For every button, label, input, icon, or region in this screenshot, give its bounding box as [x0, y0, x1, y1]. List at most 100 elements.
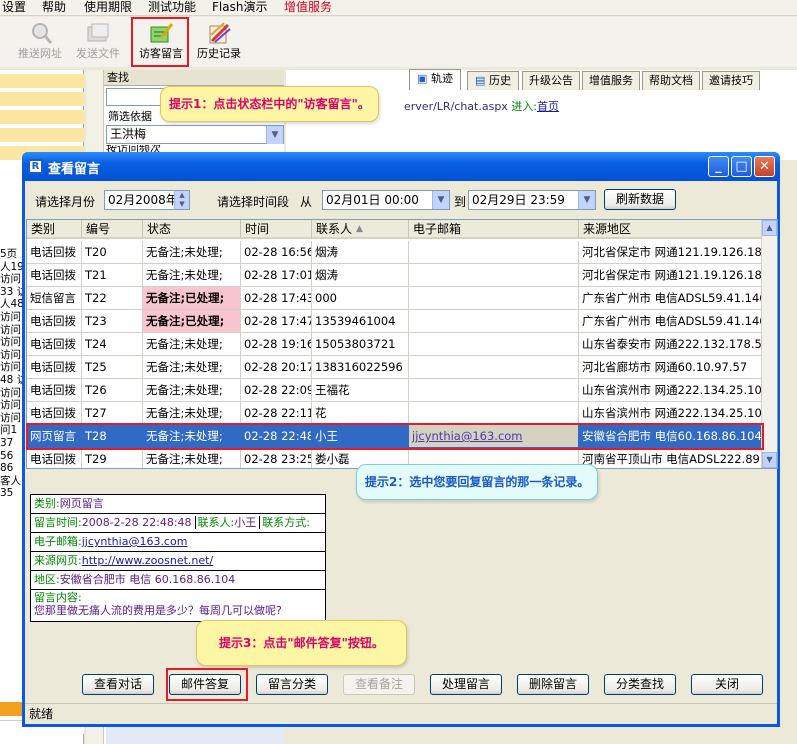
left-fragment: 5页: [0, 248, 18, 260]
cell-status: 无备注;未处理;: [143, 402, 241, 425]
tab-value-added[interactable]: 增值服务: [582, 71, 640, 90]
cell-cat: 电话回拨: [27, 333, 82, 356]
tab-invite-tips[interactable]: 邀请技巧: [702, 71, 760, 90]
message-detail: 类别:网页留言 留言时间:2008-2-28 22:48:48 联系人:小王 联系方…: [30, 494, 326, 622]
table-row[interactable]: 电话回拨 T21 无备注;未处理; 02-28 17:01 烟涛 河北省保定市 网通121…: [27, 264, 763, 287]
menu-help[interactable]: 帮助: [42, 0, 66, 15]
enter-label: 进入:: [511, 100, 538, 113]
cell-contact: 15053803721: [312, 333, 409, 356]
table-row[interactable]: 电话回拨 T26 无备注;未处理; 02-28 22:09 王福花 山东省滨州市 网通22…: [27, 379, 763, 402]
from-label: 从: [300, 195, 313, 209]
menu-test[interactable]: 测试功能: [148, 0, 196, 15]
tab-invite-tips-label: 邀请技巧: [709, 74, 753, 87]
column-header-contact-label: 联系人: [316, 222, 353, 236]
menu-settings[interactable]: 设置: [2, 0, 26, 15]
column-header-category[interactable]: 类别: [27, 220, 82, 239]
column-header-time[interactable]: 时间: [241, 220, 312, 239]
delete-message-button[interactable]: 删除留言: [517, 674, 589, 695]
cell-time: 02-28 23:25: [241, 448, 312, 468]
cell-email: [409, 310, 579, 333]
tab-help-docs[interactable]: 帮助文档: [642, 71, 700, 90]
menu-value-added[interactable]: 增值服务: [284, 0, 332, 15]
email-reply-highlight: [166, 668, 248, 701]
cell-region: 广东省广州市 电信ADSL59.41.146: [579, 287, 763, 310]
tab-upgrade[interactable]: 升级公告: [522, 71, 580, 90]
cell-id: T26: [82, 379, 143, 402]
left-fragment: 35: [0, 487, 14, 500]
to-label: 到: [454, 195, 467, 209]
table-row[interactable]: 电话回拨 T23 无备注;已处理; 02-28 17:47 13539461004 广东省…: [27, 310, 763, 333]
month-label: 请选择月份: [35, 195, 96, 209]
from-date-picker[interactable]: 02月01日 00:00 ▼: [322, 190, 450, 210]
table-row[interactable]: 电话回拨 T25 无备注;未处理; 02-28 20:17 138316022596 河北…: [27, 356, 763, 379]
cell-email: [409, 241, 579, 264]
tab-history[interactable]: ▤ 历史: [467, 71, 519, 90]
left-fragment: 访问: [0, 323, 21, 336]
cell-contact: 000: [312, 287, 409, 310]
column-header-contact[interactable]: 联系人 ▲: [312, 220, 409, 239]
view-note-button[interactable]: 查看备注: [343, 674, 415, 695]
table-row[interactable]: 短信留言 T22 无备注;已处理; 02-28 17:43 000 广东省广州市 电信AD…: [27, 287, 763, 310]
column-header-status[interactable]: 状态: [143, 220, 241, 239]
menu-bar: 设置 帮助 使用期限 测试功能 Flash演示 增值服务: [0, 0, 797, 16]
column-header-email[interactable]: 电子邮箱: [409, 220, 579, 239]
close-window-button[interactable]: ✕: [754, 156, 775, 177]
filter-select[interactable]: 王洪梅 ▼: [106, 125, 284, 144]
month-spinner[interactable]: 02月2008年 ▲ ▼: [104, 190, 190, 210]
cell-email: [409, 287, 579, 310]
table-row[interactable]: 电话回拨 T24 无备注;未处理; 02-28 19:16 15053803721 山东省…: [27, 333, 763, 356]
menu-license[interactable]: 使用期限: [84, 0, 132, 15]
cell-cat: 电话回拨: [27, 379, 82, 402]
menu-flash-demo[interactable]: Flash演示: [212, 0, 267, 15]
left-fragment: 访问: [0, 399, 21, 412]
cell-email: [409, 356, 579, 379]
refresh-button[interactable]: 刷新数据: [604, 189, 676, 210]
maximize-button[interactable]: □: [731, 156, 752, 177]
detail-contact-value: 小王: [234, 516, 257, 529]
send-file-button[interactable]: 发送文件: [72, 19, 124, 65]
detail-region-value: 安徽省合肥市 电信 60.168.86.104: [59, 573, 236, 586]
toolbar: 推送网址 发送文件 访客留言 历史记录: [0, 17, 797, 67]
cell-status: 无备注;未处理;: [143, 379, 241, 402]
tab-track[interactable]: ▣ 轨迹: [409, 69, 461, 90]
scroll-up-icon[interactable]: ▲: [762, 220, 777, 236]
spinner-arrows-icon: ▲ ▼: [174, 191, 189, 209]
view-chat-button[interactable]: 查看对话: [82, 674, 154, 695]
cell-status: 无备注;未处理;: [143, 333, 241, 356]
to-date-picker[interactable]: 02月29日 23:59 ▼: [468, 190, 596, 210]
minimize-button[interactable]: _: [708, 156, 729, 177]
cell-time: 02-28 20:17: [241, 356, 312, 379]
left-fragment: 人48: [0, 298, 24, 311]
status-bar: 就绪: [25, 703, 777, 725]
cell-status: 无备注;未处理;: [143, 448, 241, 468]
chevron-down-icon: ▼: [578, 191, 595, 209]
column-header-id[interactable]: 编号: [82, 220, 143, 239]
cell-region: 山东省滨州市 网通222.134.25.100: [579, 402, 763, 425]
left-fragment: 访问3: [0, 361, 28, 374]
tab-history-label: 历史: [488, 74, 511, 87]
detail-region-row: 地区:安徽省合肥市 电信 60.168.86.104: [31, 571, 325, 590]
cell-cat: 电话回拨: [27, 356, 82, 379]
table-row[interactable]: 电话回拨 T27 无备注;未处理; 02-28 22:11 花 山东省滨州市 网通222.…: [27, 402, 763, 425]
cell-cat: 电话回拨: [27, 310, 82, 333]
close-button[interactable]: 关闭: [691, 674, 763, 695]
home-link[interactable]: 首页: [537, 100, 559, 113]
history-button[interactable]: 历史记录: [192, 19, 246, 65]
category-search-button[interactable]: 分类查找: [604, 674, 676, 695]
left-fragment: 问1: [0, 424, 18, 437]
detail-contact-label: 联系人:: [194, 516, 235, 529]
visitor-message-highlight: [131, 17, 189, 67]
cell-cat: 电话回拨: [27, 448, 82, 468]
scroll-down-icon[interactable]: ▼: [762, 452, 777, 468]
sort-arrow-icon: ▲: [356, 224, 363, 234]
dialog-titlebar[interactable]: R 查看留言 _ □ ✕: [22, 152, 780, 181]
push-url-button[interactable]: 推送网址: [14, 19, 66, 65]
column-header-region[interactable]: 来源地区: [579, 220, 763, 239]
chat-url-line: erver/LR/chat.aspx 进入:首页: [404, 98, 559, 114]
detail-email-link[interactable]: jjcynthia@163.com: [82, 535, 188, 548]
table-row[interactable]: 电话回拨 T20 无备注;未处理; 02-28 16:56 烟涛 河北省保定市 网通121…: [27, 241, 763, 264]
classify-message-button[interactable]: 留言分类: [256, 674, 328, 695]
detail-source-link[interactable]: http://www.zoosnet.net/: [82, 554, 213, 567]
process-message-button[interactable]: 处理留言: [430, 674, 502, 695]
detail-category-row: 类别:网页留言: [31, 495, 325, 514]
